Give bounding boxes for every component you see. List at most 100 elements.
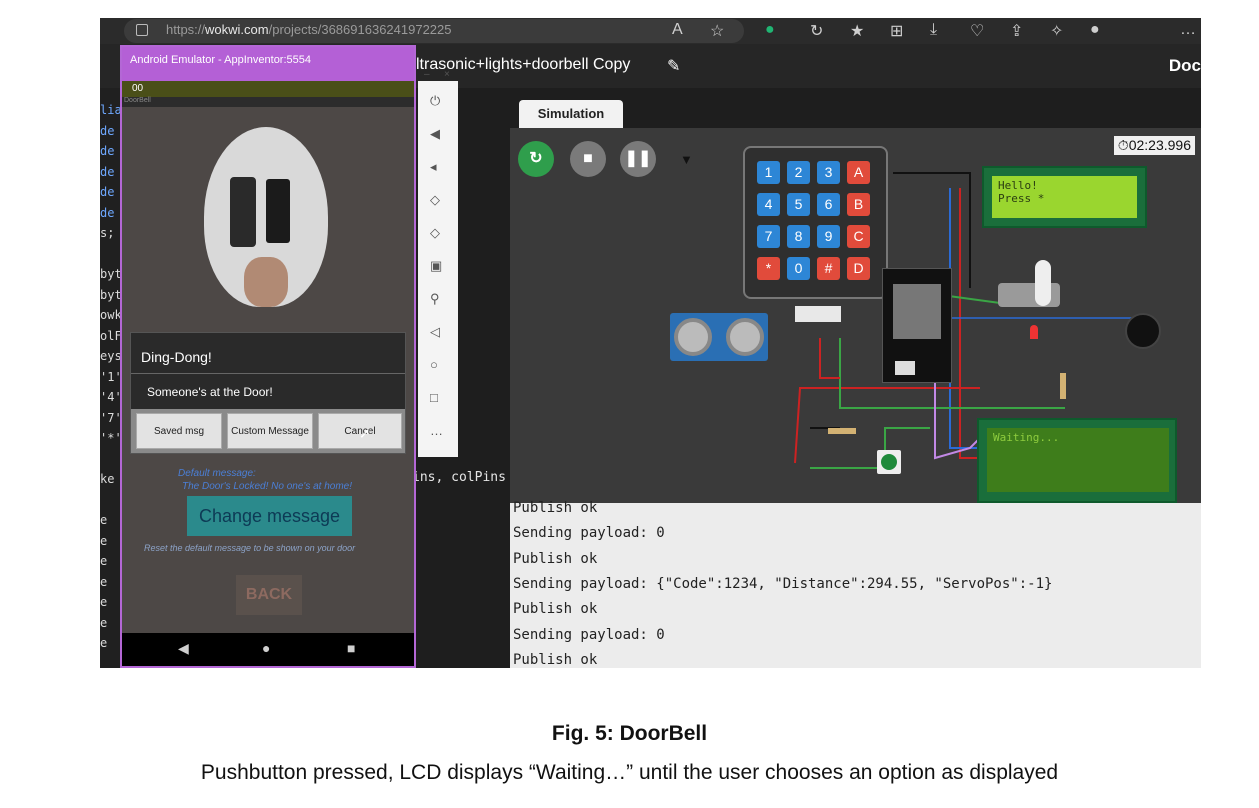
code-line: e (100, 554, 108, 568)
mouse-cursor-icon: ➚ (359, 425, 371, 441)
esp32-board[interactable] (882, 268, 952, 383)
back-button[interactable]: BACK (236, 575, 302, 615)
volume-up-icon[interactable]: ◀ (430, 126, 440, 142)
keypad-key[interactable]: 4 (757, 193, 780, 216)
page-info-icon[interactable] (136, 24, 148, 36)
code-line: e (100, 533, 108, 548)
download-icon[interactable]: ⤓ (930, 21, 937, 39)
lcd-display-top: Hello! Press * (982, 166, 1147, 228)
keypad-key[interactable]: 7 (757, 225, 780, 248)
android-emulator[interactable]: Android Emulator - AppInventor:5554 00 D… (120, 45, 416, 668)
health-icon[interactable]: ♡ (970, 21, 984, 41)
more-icon[interactable]: … (1180, 21, 1196, 39)
volume-down-icon[interactable]: ◂ (430, 159, 437, 175)
rotate-left-icon[interactable]: ◇ (430, 192, 440, 208)
keypad-key[interactable]: # (817, 257, 840, 280)
code-line: '7' (100, 410, 122, 425)
keypad-key[interactable]: * (757, 257, 780, 280)
alert-dialog: Ding-Dong! Someone's at the Door! Saved … (130, 332, 406, 454)
buzzer[interactable] (1125, 313, 1161, 349)
simulation-canvas[interactable]: ↻ ■ ❚❚ ▼ ⏱02:23.996 1 2 3 A 4 5 6 B 7 8 9 C * 0 # D Hel… (510, 128, 1201, 503)
collections-icon[interactable]: ⊞ (890, 21, 903, 41)
power-icon[interactable]: ⏻ (430, 93, 440, 109)
browser-toolbar: https://wokwi.com/projects/3686916362419… (100, 18, 1201, 44)
keypad-key[interactable]: B (847, 193, 870, 216)
pushbutton[interactable] (877, 450, 901, 474)
code-line: e (100, 636, 108, 650)
keypad-key[interactable]: D (847, 257, 870, 280)
url-text[interactable]: https://wokwi.com/projects/3686916362419… (166, 22, 452, 37)
read-aloud-icon[interactable]: A (672, 21, 683, 39)
lcd-screen: Waiting... (987, 428, 1169, 492)
code-line: de (100, 144, 115, 158)
code-line: e (100, 595, 108, 609)
lcd-display-bottom: Waiting... (977, 418, 1177, 503)
profile-avatar-icon[interactable]: ● (1090, 21, 1100, 39)
code-line: ke (100, 472, 115, 486)
back-icon[interactable]: ◁ (430, 324, 440, 340)
pin-header (795, 306, 841, 322)
ultrasonic-sensor[interactable] (670, 313, 768, 361)
keypad-key[interactable]: 5 (787, 193, 810, 216)
extensions-icon[interactable]: ✧ (1050, 21, 1063, 41)
keypad-key[interactable]: 8 (787, 225, 810, 248)
docs-link[interactable]: Doc (1169, 56, 1201, 76)
console-line: Sending payload: {"Code":1234, "Distance… (513, 575, 1053, 592)
code-line: owk (100, 308, 122, 322)
overview-icon[interactable]: □ (430, 390, 438, 405)
change-message-button[interactable]: Change message (187, 496, 352, 536)
code-line: s; (100, 226, 115, 240)
keypad-key[interactable]: A (847, 161, 870, 184)
favorites-icon[interactable]: ★ (850, 21, 864, 41)
refresh-icon[interactable]: ↻ (810, 21, 823, 41)
keypad-key[interactable]: 9 (817, 225, 840, 248)
edit-pencil-icon[interactable]: ✎ (667, 56, 680, 76)
status-bar: 00 (122, 81, 414, 97)
extension-icon[interactable]: ● (765, 21, 775, 39)
code-line: byt (100, 267, 122, 281)
share-icon[interactable]: ⇪ (1010, 21, 1023, 41)
code-line: eys (100, 349, 122, 363)
favorite-star-icon[interactable]: ☆ (710, 21, 724, 41)
code-line: de (100, 164, 115, 179)
camera-icon[interactable]: ▣ (430, 258, 442, 274)
close-icon[interactable]: × (444, 69, 450, 80)
rotate-right-icon[interactable]: ◇ (430, 225, 440, 241)
keypad-key[interactable]: 6 (817, 193, 840, 216)
code-line: de (100, 205, 115, 220)
doorbell-photo (204, 127, 328, 307)
console-line: Publish ok (513, 500, 598, 516)
minimize-icon[interactable]: – (424, 69, 430, 80)
nav-home-icon[interactable]: ● (262, 640, 270, 656)
keypad-key[interactable]: 2 (787, 161, 810, 184)
nav-back-icon[interactable]: ◀ (178, 640, 189, 657)
code-line: e (100, 615, 108, 630)
keypad[interactable]: 1 2 3 A 4 5 6 B 7 8 9 C * 0 # D (743, 146, 888, 299)
code-line: e (100, 574, 108, 589)
tab-simulation[interactable]: Simulation (519, 100, 623, 128)
serial-monitor[interactable]: Publish ok Sending payload: 0 Publish ok Se… (510, 500, 1201, 668)
code-line: de (100, 185, 115, 199)
code-fragment: ins, colPins (412, 470, 506, 485)
keypad-key[interactable]: 1 (757, 161, 780, 184)
custom-message-button[interactable]: Custom Message (227, 413, 313, 449)
dialog-divider (131, 373, 405, 374)
nav-recents-icon[interactable]: ■ (347, 640, 355, 656)
wire (839, 338, 1065, 409)
emulator-side-toolbar: – × ⏻ ◀ ◂ ◇ ◇ ▣ ⚲ ◁ ○ □ … (418, 69, 458, 457)
led[interactable] (1030, 325, 1038, 339)
resistor (828, 428, 856, 434)
keypad-key[interactable]: C (847, 225, 870, 248)
home-icon[interactable]: ○ (430, 357, 438, 372)
more-icon[interactable]: … (430, 423, 443, 438)
console-line: Sending payload: 0 (513, 626, 665, 643)
figure-subcaption: Pushbutton pressed, LCD displays “Waitin… (200, 761, 1059, 784)
lcd-line-2: Press * (998, 192, 1045, 205)
saved-msg-button[interactable]: Saved msg (136, 413, 222, 449)
keypad-key[interactable]: 3 (817, 161, 840, 184)
keypad-key[interactable]: 0 (787, 257, 810, 280)
app-screen: Ding-Dong! Someone's at the Door! Saved … (122, 107, 414, 633)
resistor (1060, 373, 1066, 399)
zoom-icon[interactable]: ⚲ (430, 291, 440, 307)
console-line: Publish ok (513, 550, 598, 567)
